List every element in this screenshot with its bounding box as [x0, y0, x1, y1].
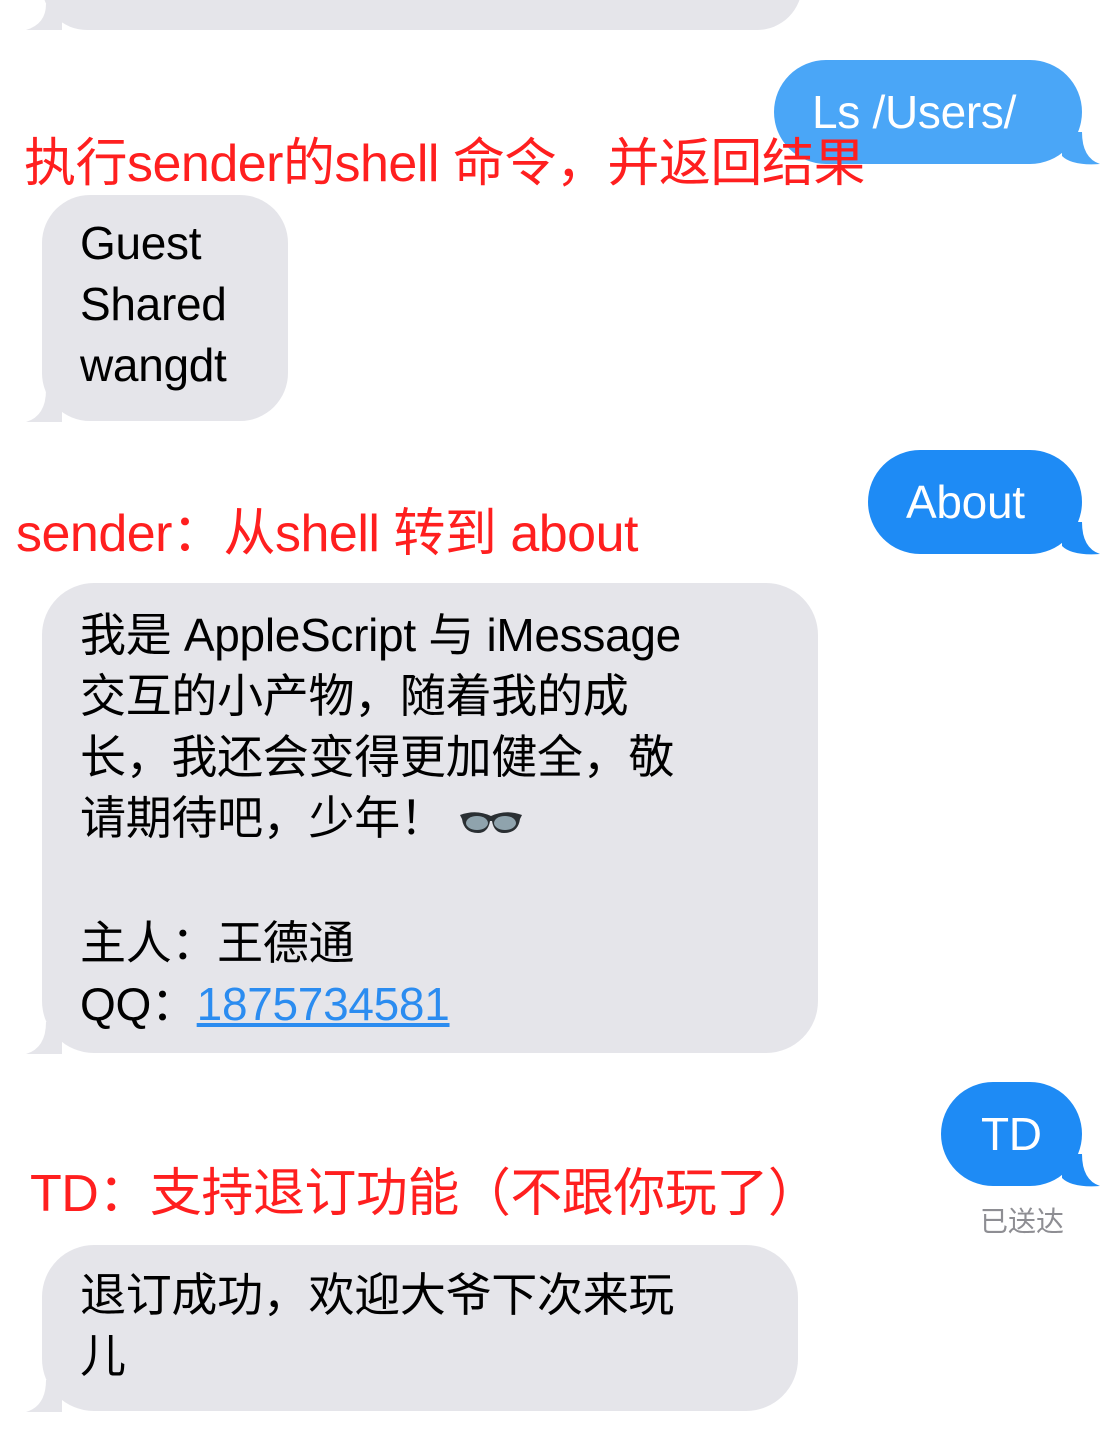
bubble-tail: [26, 1022, 62, 1054]
dark-sunglasses-emoji: [458, 791, 524, 852]
message-line-with-emoji: 请期待吧，少年！: [80, 788, 818, 852]
bubble-tail: [26, 4, 62, 30]
annotation-shell: 执行sender的shell 命令，并返回结果: [24, 135, 865, 193]
received-bubble-partial: [42, 0, 802, 30]
bubble-tail: [1062, 522, 1100, 555]
delivered-status: 已送达: [980, 1206, 1065, 1237]
sent-message-td: TD: [941, 1082, 1082, 1186]
message-line: 长，我还会变得更加健全，敬: [80, 731, 675, 783]
message-line: Shared: [80, 278, 227, 330]
message-line: Guest: [80, 217, 202, 269]
message-line: 退订成功，欢迎大爷下次来玩: [80, 1269, 675, 1321]
sent-message-about: About: [868, 450, 1082, 554]
received-message-users: Guest Shared wangdt: [42, 195, 288, 421]
message-line: 请期待吧，少年！: [80, 792, 446, 844]
message-line: 我是 AppleScript 与 iMessage: [80, 609, 681, 661]
owner-line: 主人：王德通: [80, 917, 355, 970]
message-text: About: [906, 476, 1025, 528]
received-message-td: 退订成功，欢迎大爷下次来玩 儿: [42, 1245, 798, 1411]
message-line: 儿: [80, 1330, 126, 1382]
bubble-tail: [26, 390, 62, 422]
message-line: 交互的小产物，随着我的成: [80, 670, 629, 722]
qq-number-link[interactable]: 1875734581: [197, 978, 450, 1030]
bubble-tail: [1062, 1154, 1100, 1187]
received-message-about: 我是 AppleScript 与 iMessage 交互的小产物，随着我的成 长…: [42, 583, 818, 1053]
annotation-td: TD：支持退订功能（不跟你玩了）: [30, 1165, 820, 1223]
qq-line: QQ：1875734581: [80, 974, 818, 1035]
bubble-tail: [26, 1380, 62, 1412]
annotation-about: sender：从shell 转到 about: [16, 505, 638, 563]
qq-label: QQ：: [80, 978, 197, 1031]
message-line: wangdt: [80, 339, 227, 391]
bubble-tail: [1062, 132, 1100, 165]
